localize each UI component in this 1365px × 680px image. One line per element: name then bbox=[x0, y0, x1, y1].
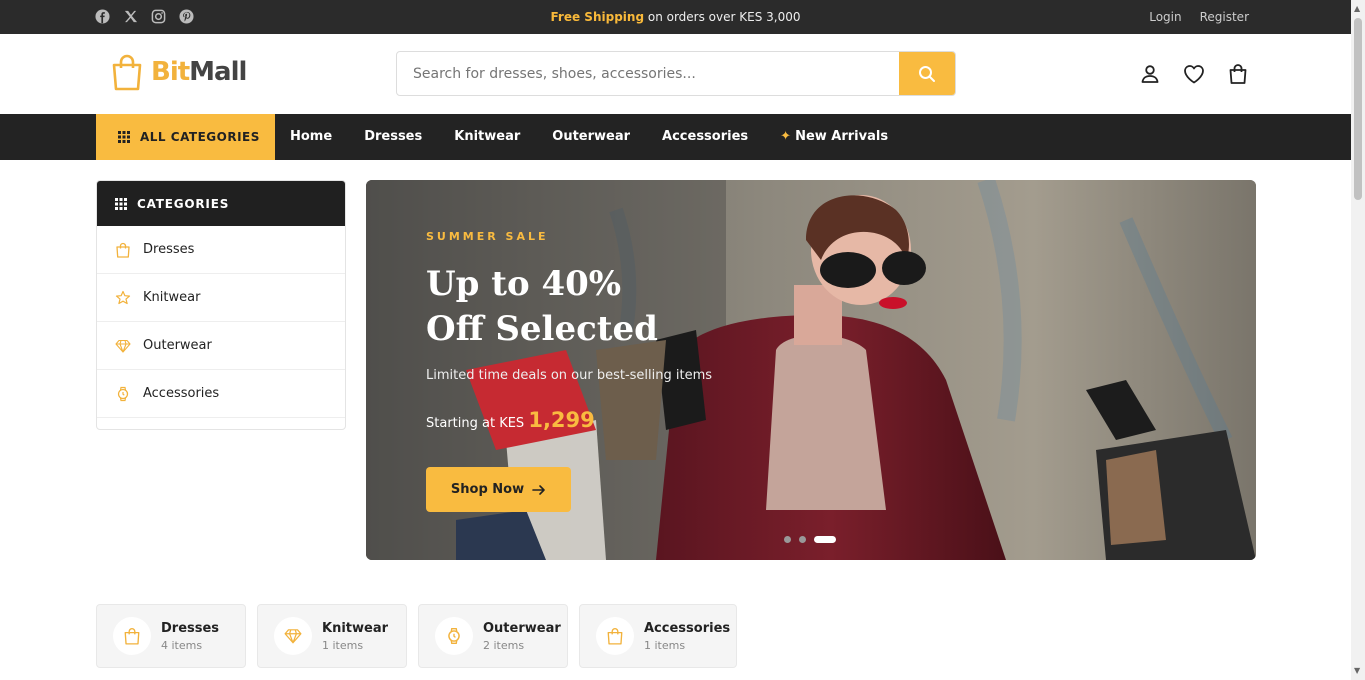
logo-text-part2: Mall bbox=[189, 57, 247, 87]
category-card-knitwear[interactable]: Knitwear 1 items bbox=[257, 604, 407, 668]
slider-dots bbox=[784, 536, 836, 543]
sidebar-title: CATEGORIES bbox=[137, 196, 230, 211]
site-header: BitMall bbox=[0, 34, 1351, 114]
sidebar-item-knitwear[interactable]: Knitwear bbox=[97, 274, 345, 322]
hero-price-prefix: Starting at KES bbox=[426, 416, 525, 431]
watch-icon bbox=[117, 386, 129, 401]
category-card-name: Outerwear bbox=[483, 620, 561, 636]
star-icon bbox=[115, 290, 131, 304]
category-card-count: 2 items bbox=[483, 638, 525, 652]
header-actions bbox=[1138, 62, 1250, 86]
category-card-count: 1 items bbox=[322, 638, 364, 652]
site-logo[interactable]: BitMall bbox=[107, 52, 247, 92]
promo-detail: on orders over KES 3,000 bbox=[647, 10, 801, 24]
nav-dresses[interactable]: Dresses bbox=[364, 129, 422, 144]
bag-icon[interactable] bbox=[1226, 62, 1250, 86]
scroll-up-icon[interactable]: ▲ bbox=[1354, 4, 1360, 13]
diamond-icon bbox=[274, 617, 312, 655]
category-card-name: Accessories bbox=[644, 620, 731, 636]
sparkle-icon: ✦ bbox=[780, 129, 792, 144]
grid-icon bbox=[115, 197, 127, 210]
login-link[interactable]: Login bbox=[1149, 10, 1181, 24]
all-categories-button[interactable]: ALL CATEGORIES bbox=[96, 114, 275, 160]
auth-links: Login Register bbox=[1149, 10, 1249, 24]
sidebar-header: CATEGORIES bbox=[97, 181, 345, 226]
diamond-icon bbox=[115, 339, 131, 353]
hero-tag: SUMMER SALE bbox=[426, 230, 549, 243]
hero-banner: SUMMER SALE Up to 40% Off Selected Limit… bbox=[366, 180, 1256, 560]
sidebar-item-label: Dresses bbox=[143, 242, 195, 257]
category-card-name: Dresses bbox=[161, 620, 220, 636]
sidebar-item-label: Accessories bbox=[143, 386, 220, 401]
register-link[interactable]: Register bbox=[1200, 10, 1249, 24]
shop-now-label: Shop Now bbox=[450, 482, 525, 497]
nav-knitwear[interactable]: Knitwear bbox=[454, 129, 520, 144]
main-nav: ALL CATEGORIES Home Dresses Knitwear Out… bbox=[0, 114, 1351, 160]
arrow-right-icon bbox=[532, 484, 545, 495]
scrollbar-thumb[interactable] bbox=[1354, 18, 1362, 200]
sidebar-item-outerwear[interactable]: Outerwear bbox=[97, 322, 345, 370]
nav-outerwear[interactable]: Outerwear bbox=[552, 129, 630, 144]
category-card-dresses[interactable]: Dresses 4 items bbox=[96, 604, 246, 668]
heart-icon[interactable] bbox=[1182, 62, 1206, 86]
category-sidebar: CATEGORIES Dresses Knitwear Outerwear Ac… bbox=[96, 180, 346, 430]
hero-title: Up to 40% Off Selected bbox=[426, 262, 756, 352]
slider-dot-active[interactable] bbox=[814, 536, 836, 543]
sidebar-item-label: Knitwear bbox=[143, 290, 201, 305]
bag-icon bbox=[116, 242, 130, 258]
all-categories-label: ALL CATEGORIES bbox=[140, 130, 260, 144]
search-button[interactable] bbox=[899, 52, 955, 95]
watch-icon bbox=[435, 617, 473, 655]
slider-dot[interactable] bbox=[784, 536, 791, 543]
nav-home[interactable]: Home bbox=[290, 129, 332, 144]
nav-links: Home Dresses Knitwear Outerwear Accessor… bbox=[290, 129, 888, 144]
category-card-outerwear[interactable]: Outerwear 2 items bbox=[418, 604, 568, 668]
hero-subtitle: Limited time deals on our best-selling i… bbox=[426, 368, 713, 383]
bag-icon bbox=[113, 617, 151, 655]
category-card-count: 1 items bbox=[644, 638, 686, 652]
grid-icon bbox=[118, 131, 130, 143]
scroll-down-icon[interactable]: ▼ bbox=[1354, 666, 1360, 675]
search-bar bbox=[396, 51, 956, 96]
promo-highlight: Free Shipping bbox=[550, 10, 645, 24]
logo-text-part1: Bit bbox=[151, 57, 190, 87]
sidebar-item-dresses[interactable]: Dresses bbox=[97, 226, 345, 274]
category-cards: Dresses 4 items Knitwear 1 items Outerwear… bbox=[96, 604, 737, 668]
nav-new-arrivals[interactable]: ✦ New Arrivals bbox=[780, 129, 888, 144]
category-card-count: 4 items bbox=[161, 638, 203, 652]
search-icon bbox=[919, 65, 935, 82]
hero-title-line2: Off Selected bbox=[426, 309, 658, 349]
nav-accessories[interactable]: Accessories bbox=[662, 129, 748, 144]
bag-logo-icon bbox=[112, 54, 142, 91]
search-input[interactable] bbox=[397, 52, 899, 95]
nav-new-arrivals-label: New Arrivals bbox=[795, 129, 889, 144]
sidebar-item-accessories[interactable]: Accessories bbox=[97, 370, 345, 418]
category-card-name: Knitwear bbox=[322, 620, 389, 636]
top-bar: Free Shipping on orders over KES 3,000 L… bbox=[0, 0, 1351, 34]
slider-dot[interactable] bbox=[799, 536, 806, 543]
hero-title-line1: Up to 40% bbox=[426, 264, 622, 304]
page-scrollbar[interactable]: ▲ ▼ bbox=[1351, 0, 1365, 680]
user-icon[interactable] bbox=[1138, 62, 1162, 86]
hero-price: Starting at KES 1,299 bbox=[426, 408, 595, 432]
bag-icon bbox=[596, 617, 634, 655]
shop-now-button[interactable]: Shop Now bbox=[426, 467, 571, 512]
hero-price-value: 1,299 bbox=[528, 408, 595, 432]
sidebar-item-label: Outerwear bbox=[143, 338, 212, 353]
category-card-accessories[interactable]: Accessories 1 items bbox=[579, 604, 737, 668]
